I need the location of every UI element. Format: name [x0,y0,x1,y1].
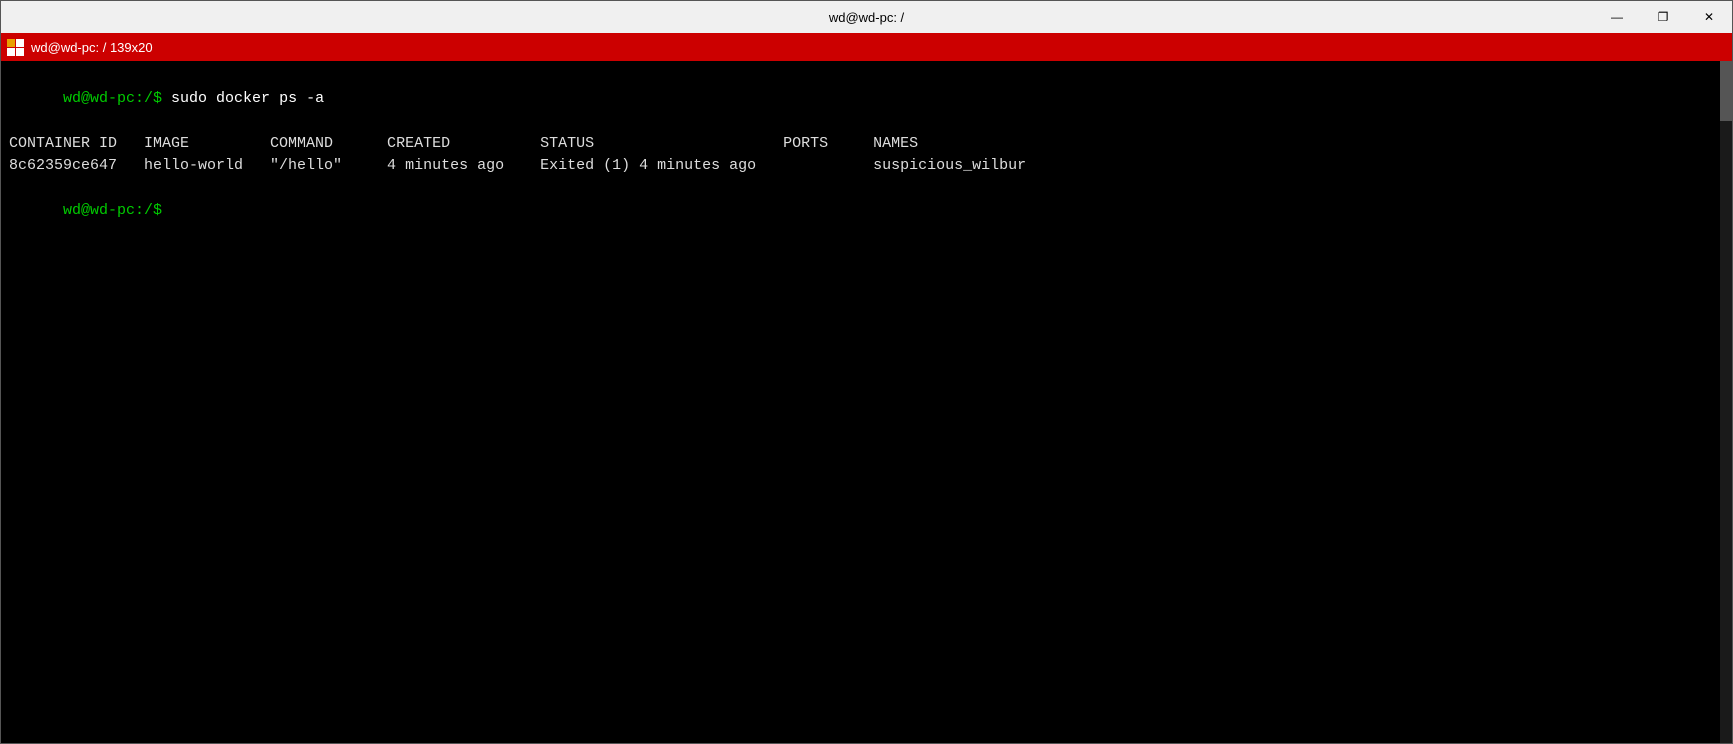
header-container-id: CONTAINER ID IMAGE COMMAND CREATED STATU… [9,135,918,152]
tab-bar: wd@wd-pc: / 139x20 [1,33,1732,61]
window-title: wd@wd-pc: / [829,10,904,25]
prompt-2: wd@wd-pc:/$ [63,202,171,219]
close-button[interactable]: ✕ [1686,1,1732,33]
prompt-line-2: wd@wd-pc:/$ [9,178,1724,246]
tab-label: wd@wd-pc: / 139x20 [31,40,153,55]
title-bar: wd@wd-pc: / — ❐ ✕ [1,1,1732,33]
terminal-body[interactable]: wd@wd-pc:/$ sudo docker ps -a CONTAINER … [1,61,1732,743]
row-data: 8c62359ce647 hello-world "/hello" 4 minu… [9,157,1026,174]
window-controls: — ❐ ✕ [1594,1,1732,33]
tab-icon [5,37,25,57]
command-text: sudo docker ps -a [171,90,324,107]
terminal-window: wd@wd-pc: / — ❐ ✕ wd@wd-pc: / 139x20 wd@… [0,0,1733,744]
command-line: wd@wd-pc:/$ sudo docker ps -a [9,65,1724,133]
prompt-1: wd@wd-pc:/$ [63,90,171,107]
table-headers: CONTAINER ID IMAGE COMMAND CREATED STATU… [9,133,1724,156]
scrollbar-thumb[interactable] [1720,61,1732,121]
table-row: 8c62359ce647 hello-world "/hello" 4 minu… [9,155,1724,178]
minimize-button[interactable]: — [1594,1,1640,33]
restore-button[interactable]: ❐ [1640,1,1686,33]
scrollbar[interactable] [1720,61,1732,743]
